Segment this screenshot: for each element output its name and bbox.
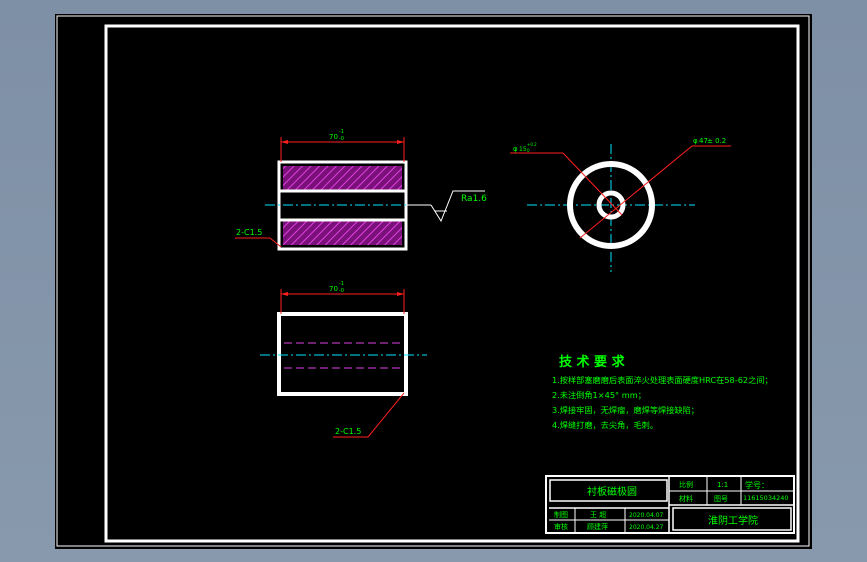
roughness-value: Ra1.6 bbox=[461, 194, 487, 204]
designer: 王 超 bbox=[590, 510, 606, 519]
outer-dia-leader bbox=[579, 145, 693, 239]
school-name: 淮阴工学院 bbox=[708, 514, 758, 527]
quantity-label: 图号 bbox=[714, 495, 728, 503]
reviewer-label: 审核 bbox=[554, 522, 568, 531]
tech-title: 技 术 要 求 bbox=[559, 354, 626, 370]
top-view: 70 -1 -0 2-C1.5 Ra1.6 bbox=[235, 129, 487, 251]
inner-dia-prefix: φ bbox=[513, 145, 518, 153]
designer-label: 制图 bbox=[554, 510, 568, 519]
front-view-outline bbox=[277, 312, 408, 396]
front-tol-upper: -1 bbox=[339, 281, 344, 287]
top-length-dim: 70 bbox=[329, 133, 338, 141]
tech-requirements: 技 术 要 求 1.按样部塞磨磨后表面淬火处理表面硬度HRC在58-62之间； … bbox=[552, 354, 773, 430]
reviewer-date: 2020.04.27 bbox=[629, 524, 664, 531]
tech-item: 2.未注倒角1×45° mm； bbox=[552, 390, 646, 400]
outer-dia-tol: ± 0.2 bbox=[707, 137, 726, 145]
title-block: 衬板磁极圆 比例 1:1 材料 图号 学号： 11615034240 制图 王 … bbox=[545, 475, 795, 534]
part-name: 衬板磁极圆 bbox=[587, 485, 637, 498]
top-tol-lower: -0 bbox=[339, 136, 344, 142]
outer-frame bbox=[56, 15, 810, 547]
drawing-no: 11615034240 bbox=[743, 494, 789, 502]
front-view: 70 -1 -0 2-C1.5 bbox=[260, 281, 427, 438]
side-view: φ 15 +0.2 0 φ 47 ± 0.2 bbox=[510, 137, 731, 272]
top-tol-upper: -1 bbox=[339, 129, 344, 135]
top-chamfer-label: 2-C1.5 bbox=[236, 228, 262, 237]
chamfer-leader bbox=[367, 392, 405, 438]
reviewer: 顾建萍 bbox=[587, 522, 608, 531]
scale-label: 比例 bbox=[679, 480, 693, 489]
material-label: 材料 bbox=[679, 494, 693, 503]
dim-arrow bbox=[397, 140, 404, 144]
top-view-upper-hatch bbox=[283, 166, 402, 191]
designer-date: 2020.04.07 bbox=[629, 512, 664, 519]
outer-dia-prefix: φ bbox=[693, 137, 698, 145]
front-chamfer-label: 2-C1.5 bbox=[335, 427, 361, 436]
inner-tol-lower: 0 bbox=[527, 148, 530, 153]
tech-item: 3.焊接牢固，无焊瘤，磨焊等焊接缺陷； bbox=[552, 405, 699, 415]
dim-arrow bbox=[281, 292, 288, 296]
dim-arrow bbox=[281, 140, 288, 144]
tech-item: 1.按样部塞磨磨后表面淬火处理表面硬度HRC在58-62之间； bbox=[552, 375, 773, 385]
front-tol-lower: -0 bbox=[339, 288, 344, 294]
tech-item: 4.焊缝打磨，去尖角，毛刺。 bbox=[552, 420, 658, 430]
inner-tol-upper: +0.2 bbox=[527, 142, 537, 147]
front-length-dim: 70 bbox=[329, 285, 338, 293]
cad-viewport[interactable]: 70 -1 -0 2-C1.5 Ra1.6 φ 15 +0.2 0 φ 47 ±… bbox=[55, 14, 812, 549]
scale-value: 1:1 bbox=[717, 481, 728, 489]
cad-drawing: 70 -1 -0 2-C1.5 Ra1.6 φ 15 +0.2 0 φ 47 ±… bbox=[56, 15, 810, 547]
drawing-no-label: 学号： bbox=[745, 480, 769, 490]
dim-arrow bbox=[397, 292, 404, 296]
inner-frame bbox=[104, 24, 800, 543]
inner-dia-value: 15 bbox=[519, 146, 527, 153]
top-view-lower-hatch bbox=[283, 220, 402, 245]
